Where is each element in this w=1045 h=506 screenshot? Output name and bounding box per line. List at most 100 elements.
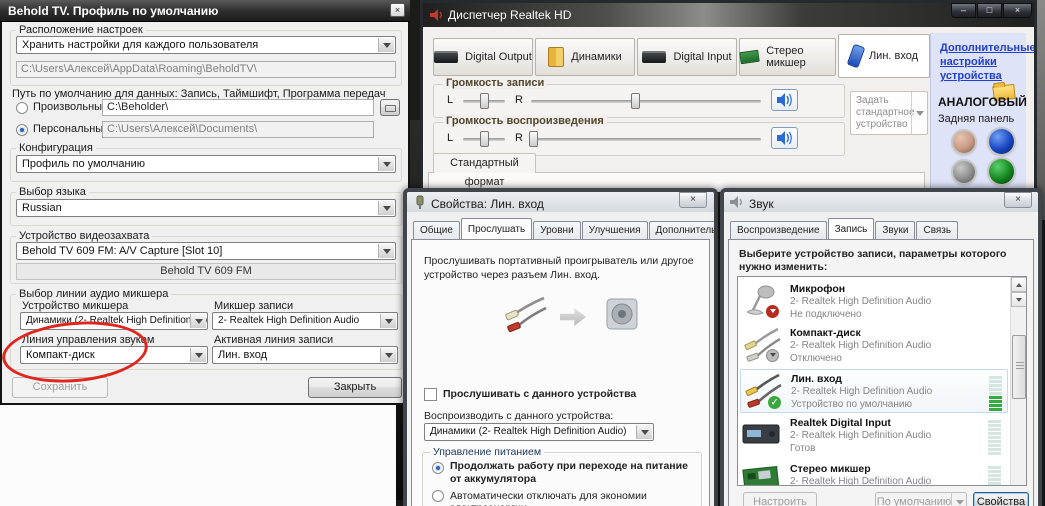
close-icon[interactable]: × [1004, 192, 1032, 208]
jack-pink-icon[interactable] [953, 131, 975, 153]
battery-radio-label[interactable]: Продолжать работу при переходе на питани… [450, 460, 690, 486]
playback-right-label: R [515, 132, 523, 144]
active-line-select[interactable]: Лин. вход [212, 346, 398, 364]
device-row-line-in[interactable]: ✓ Лин. вход 2- Realtek High Definition A… [740, 369, 1008, 413]
device-subtitle: 2- Realtek High Definition Audio [790, 430, 931, 441]
jack-gray-icon[interactable] [953, 161, 975, 183]
tab-label: Стерео микшер [766, 45, 835, 69]
tab-playback[interactable]: Воспроизведение [730, 221, 827, 239]
close-icon[interactable]: × [390, 3, 405, 17]
playback-volume-thumb[interactable] [529, 131, 538, 147]
chevron-down-icon[interactable] [378, 201, 394, 215]
device-row-digital-input[interactable]: Realtek Digital Input 2- Realtek High De… [740, 415, 1010, 457]
playback-balance-thumb[interactable] [480, 131, 489, 147]
record-volume-label: Громкость записи [443, 77, 547, 89]
personal-path-radio-label[interactable]: Персональный [33, 123, 109, 135]
capture-select[interactable]: Behold TV 609 FM: A/V Capture [Slot 10] [16, 242, 396, 260]
language-value: Russian [22, 202, 62, 214]
jack-blue-icon[interactable] [989, 129, 1014, 154]
advanced-settings-link[interactable]: Дополнительные настройки устройства [940, 41, 1024, 83]
tab-advanced[interactable]: Дополнительно [649, 221, 719, 239]
tab-recording[interactable]: Запись [828, 218, 875, 239]
settings-location-select[interactable]: Хранить настройки для каждого пользовате… [16, 36, 396, 54]
personal-path-radio[interactable] [16, 124, 28, 136]
scrollbar[interactable] [1010, 277, 1026, 485]
tab-general[interactable]: Общие [413, 221, 460, 239]
chevron-down-icon[interactable] [378, 244, 394, 258]
digital-device-icon [742, 421, 782, 447]
behold-title-bar[interactable]: Behold TV. Профиль по умолчанию [0, 0, 410, 22]
scroll-down-icon[interactable] [1011, 292, 1027, 307]
tab-stereo-mixer[interactable]: Стерео микшер [739, 38, 836, 76]
scrollbar-thumb[interactable] [1012, 335, 1026, 399]
maximize-icon[interactable]: □ [977, 3, 1002, 18]
sound-tabs: Воспроизведение Запись Звуки Связь [730, 218, 958, 239]
chevron-down-icon[interactable] [380, 348, 396, 362]
chevron-down-icon[interactable] [951, 492, 967, 506]
tab-standard-format[interactable]: Стандартный формат [433, 153, 536, 173]
device-status: Устройство по умолчанию [791, 399, 912, 410]
custom-path-radio[interactable] [16, 102, 28, 114]
jack-green-icon[interactable] [989, 159, 1014, 184]
tab-line-in[interactable]: Лин. вход [838, 34, 930, 78]
chevron-down-icon[interactable] [378, 157, 394, 171]
device-row-stereo-mixer[interactable]: Стерео микшер 2- Realtek High Definition… [740, 461, 1010, 486]
chevron-down-icon[interactable] [190, 314, 206, 328]
browse-folder-button[interactable] [380, 99, 400, 116]
tab-levels[interactable]: Уровни [533, 221, 580, 239]
auto-off-radio-label[interactable]: Автоматически отключать для экономии эле… [450, 490, 700, 506]
speaker-icon [730, 196, 744, 208]
scroll-up-icon[interactable] [1011, 277, 1027, 292]
capture-label: Устройство видеозахвата [16, 230, 152, 242]
chevron-down-icon[interactable] [190, 348, 206, 362]
chevron-down-icon[interactable] [911, 92, 928, 134]
set-default-device-button[interactable]: Задать стандартное устройство [850, 91, 928, 135]
chevron-down-icon[interactable] [636, 425, 652, 439]
listen-checkbox[interactable] [424, 388, 437, 401]
tab-listen[interactable]: Прослушать [461, 218, 532, 239]
record-balance-thumb[interactable] [480, 93, 489, 109]
record-volume-slider[interactable] [531, 100, 761, 103]
properties-title-bar[interactable]: Свойства: Лин. вход × [407, 192, 714, 212]
properties-button[interactable]: Свойства [973, 492, 1029, 506]
record-mute-button[interactable] [771, 89, 798, 111]
device-status: Готов [790, 443, 815, 454]
playback-volume-slider[interactable] [531, 138, 761, 141]
sound-title-bar[interactable]: Звук × [724, 192, 1038, 212]
auto-off-radio[interactable] [432, 490, 444, 502]
record-mixer-select[interactable]: 2- Realtek High Definition Audio [212, 312, 398, 330]
tab-enhancements[interactable]: Улучшения [582, 221, 648, 239]
configuration-value: Профиль по умолчанию [22, 158, 145, 170]
device-row-cd[interactable]: Компакт-диск 2- Realtek High Definition … [740, 325, 1010, 367]
close-icon[interactable]: × [679, 192, 707, 208]
tab-speakers[interactable]: Динамики [535, 38, 635, 76]
minimize-icon[interactable]: – [951, 3, 976, 18]
desktop: Behold TV. Профиль по умолчанию × Распол… [0, 0, 1045, 506]
chevron-down-icon[interactable] [380, 314, 396, 328]
realtek-title-bar[interactable]: Диспетчер Realtek HD [423, 3, 1034, 27]
custom-path-input[interactable]: C:\Beholder\ [102, 99, 374, 116]
configuration-select[interactable]: Профиль по умолчанию [16, 155, 396, 173]
record-mixer-label: Микшер записи [214, 300, 293, 312]
record-volume-thumb[interactable] [631, 93, 640, 109]
playback-mute-button[interactable] [771, 127, 798, 149]
close-button[interactable]: Закрыть [308, 377, 402, 398]
chevron-down-icon[interactable] [378, 38, 394, 52]
tab-digital-output[interactable]: Digital Output [433, 38, 533, 76]
tab-digital-input[interactable]: Digital Input [637, 38, 737, 76]
tab-communications[interactable]: Связь [916, 221, 958, 239]
close-icon[interactable]: × [1003, 3, 1032, 18]
custom-path-radio-label[interactable]: Произвольный [33, 101, 108, 113]
listen-checkbox-label[interactable]: Прослушивать с данного устройства [443, 388, 636, 400]
device-row-microphone[interactable]: Микрофон 2- Realtek High Definition Audi… [740, 281, 1010, 323]
mixer-card-icon [739, 50, 760, 65]
recording-device-list: Микрофон 2- Realtek High Definition Audi… [737, 276, 1027, 486]
battery-radio[interactable] [432, 462, 444, 474]
properties-tabs: Общие Прослушать Уровни Улучшения Дополн… [413, 218, 718, 239]
properties-window-title: Свойства: Лин. вход [431, 194, 544, 214]
playback-device-select[interactable]: Динамики (2- Realtek High Definition Aud… [424, 423, 654, 441]
configure-button[interactable]: Настроить [743, 492, 817, 506]
language-select[interactable]: Russian [16, 199, 396, 217]
tab-label: Динамики [571, 51, 621, 63]
tab-sounds[interactable]: Звуки [875, 221, 915, 239]
